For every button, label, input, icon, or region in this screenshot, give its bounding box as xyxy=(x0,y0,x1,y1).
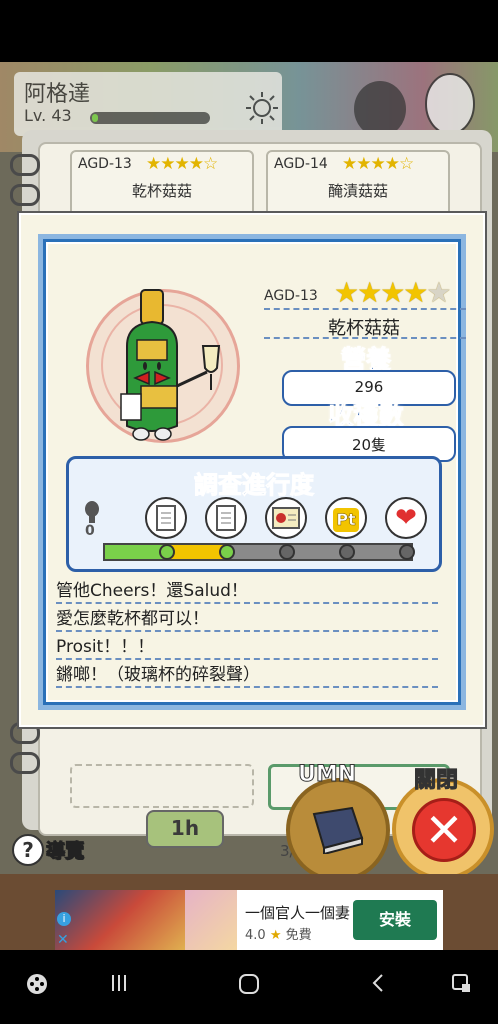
status-bar xyxy=(0,0,498,62)
book-icon xyxy=(312,806,364,854)
progress-node xyxy=(339,544,355,560)
description-line: Prosit！！！ xyxy=(56,632,438,660)
filled-stars: ★★★★ xyxy=(334,276,428,309)
divider xyxy=(264,308,466,310)
ad-install-button[interactable]: 安裝 xyxy=(353,900,437,940)
empty-stars: ★ xyxy=(426,276,451,309)
time-button[interactable]: 1h xyxy=(146,810,224,848)
heart-icon: ❤ xyxy=(385,497,427,539)
document-icon xyxy=(205,497,247,539)
profile-level: Lv. 43 xyxy=(24,106,72,125)
navigation-bar xyxy=(0,950,498,1024)
recent-apps-icon[interactable] xyxy=(104,972,134,1002)
divider xyxy=(264,337,466,339)
close-icon: ✕ xyxy=(412,798,476,862)
star-icon: ★ xyxy=(269,928,282,943)
guide-label: 導覽 xyxy=(45,840,85,863)
rating-value: 4.0 xyxy=(245,928,266,943)
bg-card-code: AGD-13 xyxy=(78,156,132,172)
progress-node xyxy=(279,544,295,560)
binder-ring xyxy=(10,184,40,206)
profile-name: 阿格達 xyxy=(24,82,91,107)
champagne-mushroom-icon xyxy=(120,289,221,441)
binder-ring xyxy=(10,752,40,774)
help-icon: ? xyxy=(12,834,44,866)
home-icon[interactable] xyxy=(234,972,264,1002)
bg-card-stars: ★★★★☆ xyxy=(146,154,218,174)
research-progress-panel: 調查進行度 0 Pt ❤ xyxy=(66,456,442,572)
ad-close-icon[interactable]: ✕ xyxy=(57,932,69,948)
bg-card-stars: ★★★★☆ xyxy=(342,154,414,174)
description-line: 鏘啷！（玻璃杯的碎裂聲） xyxy=(56,660,438,688)
ad-price: 免費 xyxy=(285,928,312,943)
game-controller-icon[interactable] xyxy=(22,972,52,1002)
progress-track xyxy=(103,543,415,561)
certificate-icon xyxy=(265,497,307,539)
umn-button[interactable] xyxy=(286,778,390,874)
sun-icon[interactable] xyxy=(244,90,280,126)
umn-label: UMN xyxy=(297,762,357,788)
document-icon xyxy=(145,497,187,539)
empty-slot xyxy=(70,764,254,808)
progress-node xyxy=(399,544,415,560)
profile-panel[interactable]: 阿格達 Lv. 43 xyxy=(14,72,282,136)
nutrition-value: 296 xyxy=(354,378,384,396)
ad-title: 一個官人一個妻 xyxy=(245,904,351,922)
mushroom-code: AGD-13 xyxy=(264,288,318,304)
ad-image[interactable] xyxy=(55,890,185,950)
progress-segment-complete xyxy=(105,545,165,559)
progress-zero-label: 0 xyxy=(85,523,95,539)
time-label: 1h xyxy=(170,816,200,840)
bg-card-name: 乾杯菇菇 xyxy=(131,182,192,200)
mushroom-detail-dialog: AGD-13 ★★★★★ 乾杯菇菇 營養 296 收穫數 20隻 調查進行度 0 xyxy=(17,211,487,729)
bg-card-code: AGD-14 xyxy=(274,156,328,172)
bg-card-name: 醃漬菇菇 xyxy=(327,182,388,200)
description-line: 管他Cheers！還Salud！ xyxy=(56,576,438,604)
points-icon: Pt xyxy=(325,497,367,539)
exp-bar-fill xyxy=(92,114,98,122)
screen-tool-icon[interactable] xyxy=(446,972,476,1002)
binder-ring xyxy=(10,154,40,176)
ad-banner[interactable]: i ✕ 一個官人一個妻 4.0 ★ 免費 安裝 xyxy=(55,890,443,950)
close-label: 關閉 xyxy=(413,768,459,794)
ad-rating: 4.0 ★ 免費 xyxy=(245,924,312,943)
back-icon[interactable] xyxy=(364,972,394,1002)
harvest-value: 20隻 xyxy=(351,436,387,454)
rarity-stars: ★★★★★ xyxy=(334,276,452,309)
progress-node xyxy=(219,544,235,560)
progress-node xyxy=(159,544,175,560)
guide-button[interactable]: ? 導覽 xyxy=(12,832,100,868)
ad-app-icon[interactable] xyxy=(185,890,237,950)
ad-info-icon[interactable]: i xyxy=(57,912,71,926)
exp-bar xyxy=(90,112,210,124)
detail-card: AGD-13 ★★★★★ 乾杯菇菇 營養 296 收穫數 20隻 調查進行度 0 xyxy=(43,239,466,705)
description-line: 愛怎麼乾杯都可以！ xyxy=(56,604,438,632)
progress-title: 調查進行度 xyxy=(194,471,315,500)
mushroom-portrait xyxy=(86,289,240,443)
